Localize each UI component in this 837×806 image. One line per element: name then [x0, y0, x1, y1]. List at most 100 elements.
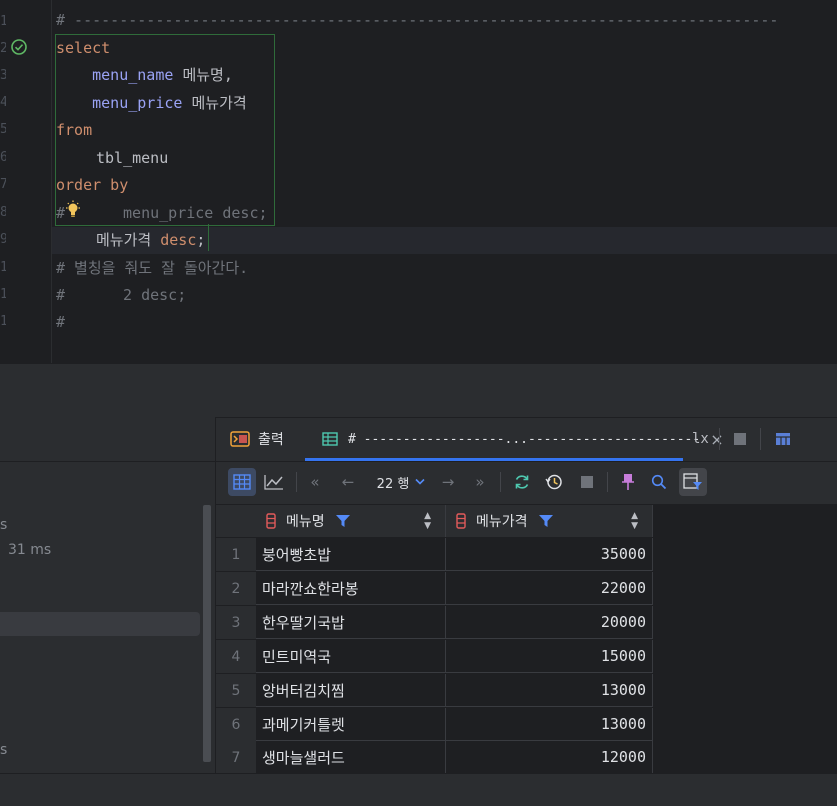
- code-line-1[interactable]: # --------------------------------------…: [56, 7, 837, 34]
- tab-output[interactable]: 출력: [230, 417, 284, 461]
- tree-item-fragment[interactable]: s: [0, 517, 7, 533]
- prev-page-button[interactable]: ←: [337, 468, 359, 496]
- arrow-right-icon: →: [441, 473, 455, 491]
- code-line-7[interactable]: order by: [56, 172, 128, 199]
- next-page-button[interactable]: →: [437, 468, 459, 496]
- code-line-10[interactable]: # 별칭을 줘도 잘 돌아간다.: [56, 255, 248, 282]
- sort-icon[interactable]: ▲ ▼: [631, 511, 638, 531]
- cell-menu-name[interactable]: 붕어빵초밥: [256, 538, 446, 571]
- services-tree-header: [0, 417, 215, 462]
- tree-item-fragment[interactable]: s: [0, 742, 7, 758]
- column-icon: [266, 513, 276, 529]
- history-button[interactable]: [542, 468, 566, 496]
- search-icon: [651, 474, 667, 490]
- last-page-button[interactable]: »: [469, 468, 491, 496]
- line-number: 10: [0, 260, 6, 275]
- tab-separator: [760, 428, 761, 450]
- toolbar-separator: [607, 472, 608, 492]
- cell-menu-price[interactable]: 13000: [446, 674, 653, 707]
- row-number: 3: [216, 606, 256, 639]
- console-icon: [230, 431, 250, 447]
- cell-menu-price[interactable]: 35000: [446, 538, 653, 571]
- line-number: 6: [0, 150, 6, 165]
- filter-toggle-button[interactable]: [679, 468, 707, 496]
- table-icon: [322, 432, 338, 446]
- cell-menu-price[interactable]: 13000: [446, 708, 653, 741]
- pin-icon: [622, 474, 634, 490]
- chevron-down-icon: [415, 478, 425, 485]
- check-circle-icon[interactable]: [10, 38, 28, 56]
- chart-view-button[interactable]: [260, 468, 288, 496]
- column-header-menu-price[interactable]: 메뉴가격 ▲ ▼: [446, 505, 653, 537]
- comment-hash: #: [56, 286, 66, 304]
- stop-icon[interactable]: [733, 432, 747, 446]
- code-line-9[interactable]: 메뉴가격 desc;: [96, 227, 205, 254]
- cell-menu-name[interactable]: 한우딸기국밥: [256, 606, 446, 639]
- code-line-6[interactable]: tbl_menu: [96, 145, 168, 172]
- cell-menu-name[interactable]: 민트미역국: [256, 640, 446, 673]
- layout-icon[interactable]: [775, 432, 791, 446]
- filter-icon[interactable]: [335, 514, 351, 528]
- desc-keyword: desc: [160, 231, 197, 249]
- status-bar: [0, 773, 837, 806]
- refresh-button[interactable]: [510, 468, 534, 496]
- cell-menu-name[interactable]: 앙버터김치찜: [256, 674, 446, 707]
- gutter-separator: [51, 0, 52, 363]
- transaction-mode[interactable]: lx: [692, 417, 709, 461]
- code-line-5[interactable]: from: [56, 117, 92, 144]
- code-line-4[interactable]: menu_price 메뉴가격: [56, 90, 247, 117]
- page-size-selector[interactable]: 22 행: [370, 468, 432, 496]
- statement-outline-tail: [208, 224, 209, 251]
- cell-menu-price[interactable]: 15000: [446, 640, 653, 673]
- tab-separator: [719, 428, 720, 450]
- tab-result-label: # ------------------...-----------------…: [348, 431, 701, 447]
- cell-menu-price[interactable]: 12000: [446, 741, 653, 774]
- line-number: 2: [0, 41, 6, 56]
- pin-tab-button[interactable]: [617, 468, 639, 496]
- tree-item-selected[interactable]: [0, 612, 200, 636]
- filter-icon[interactable]: [538, 514, 554, 528]
- commented-code: menu_price desc;: [123, 204, 268, 222]
- code-line-2[interactable]: select: [56, 35, 110, 62]
- cell-menu-price[interactable]: 22000: [446, 572, 653, 605]
- code-line-11[interactable]: #2 desc;: [56, 282, 186, 309]
- page-size-label: 22 행: [376, 476, 410, 492]
- filter-table-icon: [683, 473, 702, 490]
- column-header-menu-name[interactable]: 메뉴명 ▲ ▼: [256, 505, 446, 537]
- column-icon: [456, 513, 466, 529]
- close-icon[interactable]: ×: [710, 430, 723, 449]
- tree-scrollbar[interactable]: [203, 505, 211, 762]
- row-number: 5: [216, 674, 256, 707]
- commented-code: 2 desc;: [123, 286, 187, 304]
- line-chart-icon: [264, 475, 283, 490]
- history-icon: [545, 474, 562, 490]
- lightbulb-icon[interactable]: [64, 200, 82, 220]
- search-button[interactable]: [648, 468, 670, 496]
- services-tree-panel: [0, 417, 216, 773]
- cell-menu-price[interactable]: 20000: [446, 606, 653, 639]
- row-number: 2: [216, 572, 256, 605]
- code-line-3[interactable]: menu_name 메뉴명,: [56, 62, 233, 89]
- first-page-button[interactable]: «: [304, 468, 326, 496]
- line-number: 7: [0, 177, 6, 192]
- semicolon: ;: [196, 231, 206, 249]
- active-tab-indicator: [305, 458, 683, 461]
- line-number: 3: [0, 68, 6, 83]
- cancel-query-button[interactable]: [576, 468, 598, 496]
- double-chevron-right-icon: »: [475, 473, 485, 491]
- cell-menu-name[interactable]: 생마늘샐러드: [256, 741, 446, 774]
- column-header-label: 메뉴명: [286, 514, 325, 530]
- column-alias: 메뉴명,: [182, 66, 233, 84]
- line-number: 11: [0, 287, 6, 302]
- cell-menu-name[interactable]: 마라깐쇼한라봉: [256, 572, 446, 605]
- tab-result[interactable]: # ------------------...-----------------…: [322, 417, 724, 461]
- code-line-8[interactable]: # menu_price desc;: [56, 200, 268, 227]
- table-view-button[interactable]: [228, 468, 256, 496]
- execution-time: 31 ms: [8, 542, 52, 558]
- column-alias: 메뉴가격: [191, 94, 247, 112]
- code-line-12[interactable]: #: [56, 309, 65, 336]
- sort-icon[interactable]: ▲ ▼: [424, 511, 431, 531]
- cell-menu-name[interactable]: 과메기커틀렛: [256, 708, 446, 741]
- column-header-label: 메뉴가격: [476, 514, 528, 530]
- editor-gap: [0, 363, 837, 417]
